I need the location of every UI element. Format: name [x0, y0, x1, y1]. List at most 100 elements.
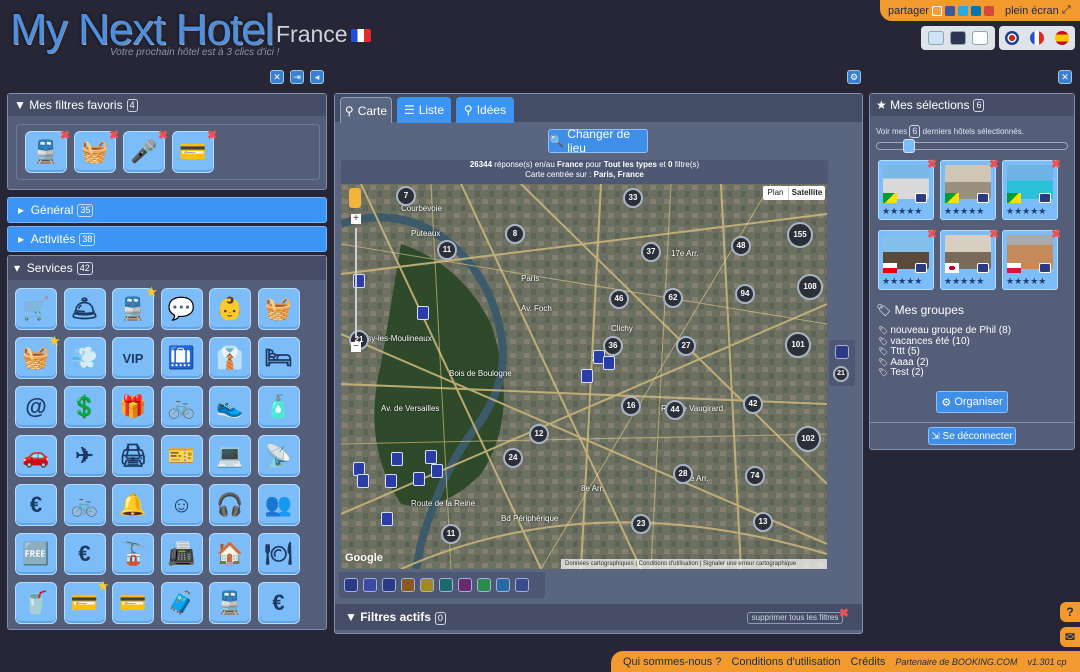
- selection-slider-track[interactable]: [876, 139, 1068, 153]
- hotel-pin-icon[interactable]: [417, 306, 429, 320]
- selections-header[interactable]: ★ Mes sélections 6: [870, 94, 1074, 116]
- theme-dark-button[interactable]: [950, 31, 966, 45]
- hotel-type-filter-icon[interactable]: [420, 578, 434, 592]
- theme-light-button[interactable]: [928, 31, 944, 45]
- hotel-cluster[interactable]: 23: [631, 514, 651, 534]
- remove-icon[interactable]: ✖: [158, 128, 168, 142]
- hotel-type-filter-icon[interactable]: [496, 578, 510, 592]
- hotel-pin-icon[interactable]: [581, 369, 593, 383]
- free-train-icon[interactable]: 🚆: [209, 582, 251, 624]
- fav-card-icon[interactable]: 💳 ✖: [172, 128, 217, 173]
- gift-icon[interactable]: 🎁: [112, 386, 154, 428]
- euro-train-icon[interactable]: €: [257, 582, 300, 624]
- accordion-general[interactable]: ▸ Général 35: [7, 197, 327, 223]
- zoom-in-button[interactable]: +: [351, 214, 361, 224]
- hotel-pin-icon[interactable]: [391, 452, 403, 466]
- credits-link[interactable]: Crédits: [851, 656, 886, 668]
- laundry-icon[interactable]: 🧺: [257, 288, 300, 330]
- zoom-out-button[interactable]: −: [351, 342, 361, 352]
- hotel-cluster[interactable]: 28: [673, 464, 693, 484]
- currency-exchange-icon[interactable]: 💲: [63, 386, 106, 428]
- theme-white-button[interactable]: [972, 31, 988, 45]
- bell-icon[interactable]: 🔔: [112, 484, 154, 526]
- shoe-shine-icon[interactable]: 👟: [209, 386, 251, 428]
- hotel-cluster[interactable]: 11: [441, 524, 461, 544]
- family-icon[interactable]: 👥: [257, 484, 300, 526]
- cluster-21[interactable]: 21: [833, 366, 849, 382]
- selected-hotel-card[interactable]: ★★★★★ ✖: [878, 157, 937, 220]
- tickets-icon[interactable]: 🎫: [160, 435, 203, 477]
- hotel-type-icon[interactable]: [835, 345, 849, 359]
- remove-selection-icon[interactable]: ✖: [927, 227, 937, 241]
- close-right-panel-button[interactable]: ✕: [1058, 70, 1072, 84]
- fav-karaoke-icon[interactable]: 🎤 ✖: [123, 128, 168, 173]
- free-parking-icon[interactable]: 🆓: [15, 533, 57, 575]
- luggage-icon[interactable]: 🛄: [160, 337, 203, 379]
- hotel-cluster[interactable]: 101: [785, 332, 811, 358]
- hotel-cluster[interactable]: 24: [503, 448, 523, 468]
- map-type-satellite[interactable]: Satellite: [789, 186, 825, 200]
- ironing-icon[interactable]: 👔: [209, 337, 251, 379]
- car-rental-icon[interactable]: 🚗: [15, 435, 57, 477]
- remove-selection-icon[interactable]: ✖: [989, 227, 999, 241]
- group-item[interactable]: 🏷 Test (2): [878, 367, 1011, 379]
- hotel-type-filter-icon[interactable]: [515, 578, 529, 592]
- hotel-pin-icon[interactable]: [413, 472, 425, 486]
- rss-icon[interactable]: [931, 5, 942, 16]
- concierge-icon[interactable]: 🛏: [257, 337, 300, 379]
- hotel-type-filter-icon[interactable]: [344, 578, 358, 592]
- fullscreen-icon[interactable]: ⤢: [1062, 4, 1071, 17]
- fav-basket-icon[interactable]: 🧺 ✖: [74, 128, 119, 173]
- headphones-icon[interactable]: 🎧: [209, 484, 251, 526]
- hotel-cluster[interactable]: 74: [745, 466, 765, 486]
- hotel-cluster[interactable]: 44: [665, 400, 685, 420]
- hotel-type-filter-icon[interactable]: [439, 578, 453, 592]
- hotel-cluster[interactable]: 8: [505, 224, 525, 244]
- card2-icon[interactable]: 💳: [112, 582, 154, 624]
- hotel-pin-icon[interactable]: [381, 512, 393, 526]
- spanish-flag-icon[interactable]: [1055, 31, 1070, 45]
- accordion-activities[interactable]: ▸ Activités 38: [7, 226, 327, 252]
- train-icon[interactable]: 🚆 ★: [112, 285, 157, 330]
- atm-icon[interactable]: €: [15, 484, 57, 526]
- fav-train-icon[interactable]: 🚆 ✖: [25, 128, 70, 173]
- internet-icon[interactable]: @: [15, 386, 57, 428]
- hotel-cluster[interactable]: 42: [743, 394, 763, 414]
- help-tab[interactable]: ?: [1060, 602, 1080, 622]
- hotel-cluster[interactable]: 33: [623, 188, 643, 208]
- hotel-cluster[interactable]: 102: [795, 426, 821, 452]
- vip-icon[interactable]: VIP: [112, 337, 154, 379]
- wifi-free-icon[interactable]: 📡: [257, 435, 300, 477]
- hotel-cluster[interactable]: 16: [621, 396, 641, 416]
- hotel-type-filter-icon[interactable]: [363, 578, 377, 592]
- map-type-plan[interactable]: Plan: [763, 186, 789, 200]
- hotel-type-filter-icon[interactable]: [382, 578, 396, 592]
- clear-filters-x-icon[interactable]: ✖: [839, 606, 849, 620]
- conference-icon[interactable]: 💬: [160, 288, 203, 330]
- card-icon[interactable]: 💳 ★: [63, 579, 109, 624]
- room-service-icon[interactable]: 🛎: [63, 288, 106, 330]
- contact-tab[interactable]: ✉: [1060, 627, 1080, 647]
- drink-icon[interactable]: 🥤: [15, 582, 57, 624]
- fullscreen-button[interactable]: plein écran: [1005, 5, 1059, 17]
- hotel-type-filter-icon[interactable]: [458, 578, 472, 592]
- hotel-cluster[interactable]: 37: [641, 242, 661, 262]
- fax-icon[interactable]: 🖨: [112, 435, 154, 477]
- favorites-header[interactable]: ▼ Mes filtres favoris 4: [8, 94, 326, 116]
- hotel-cluster[interactable]: 7: [396, 186, 416, 206]
- bike-icon[interactable]: 🚲: [160, 386, 203, 428]
- hotel-cluster[interactable]: 13: [753, 512, 773, 532]
- map-view[interactable]: Puteaux Bois de Boulogne Paris 17e Arr. 8e A…: [341, 184, 827, 569]
- remove-icon[interactable]: ✖: [207, 128, 217, 142]
- settings-gear-button[interactable]: ⚙: [847, 70, 861, 84]
- selection-slider-handle[interactable]: [903, 139, 915, 153]
- shelter-icon[interactable]: 🏠: [209, 533, 251, 575]
- favorite-star-icon[interactable]: ★: [146, 285, 157, 299]
- hotel-pin-icon[interactable]: [385, 474, 397, 488]
- expand-panel-button[interactable]: ⇥: [290, 70, 304, 84]
- kids-club-icon[interactable]: ☺: [160, 484, 203, 526]
- clear-all-filters-button[interactable]: supprimer tous les filtres: [747, 612, 843, 624]
- hotel-type-filter-icon[interactable]: [401, 578, 415, 592]
- remove-selection-icon[interactable]: ✖: [1051, 157, 1061, 171]
- terms-link[interactable]: Conditions d'utilisation: [731, 656, 840, 668]
